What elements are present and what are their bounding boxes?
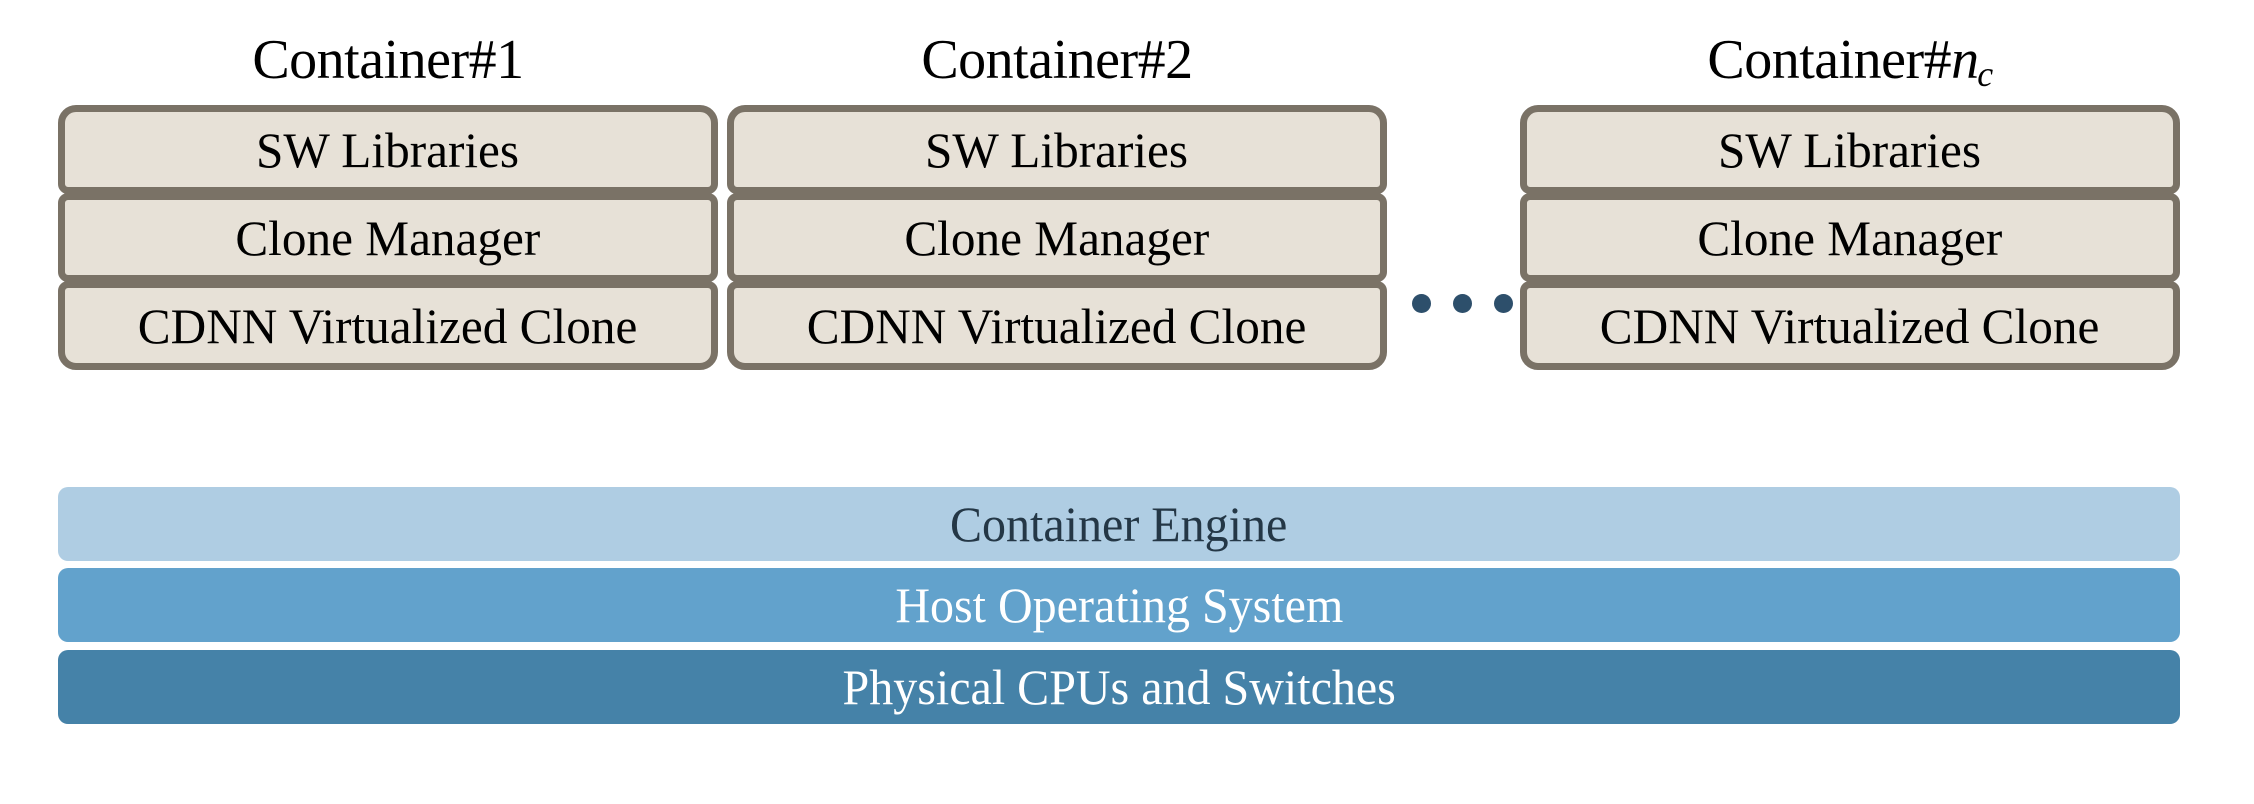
- container-1-row-sw-libraries-label: SW Libraries: [256, 121, 520, 178]
- container-title-3: Container#nc: [1520, 32, 2180, 93]
- layer-physical-cpus-and-switches-label: Physical CPUs and Switches: [842, 659, 1396, 715]
- diagram-canvas: Container#1 SW Libraries Clone Manager C…: [0, 0, 2254, 804]
- container-3-row-sw-libraries[interactable]: SW Libraries: [1520, 105, 2180, 194]
- container-stack-3: SW Libraries Clone Manager CDNN Virtuali…: [1520, 105, 2180, 370]
- container-title-3-symbol-subscript: c: [1977, 53, 1993, 94]
- container-1-row-cdnn-virtualized-clone-label: CDNN Virtualized Clone: [138, 297, 638, 354]
- container-1-row-clone-manager[interactable]: Clone Manager: [58, 193, 718, 282]
- ellipsis-between-containers: [1412, 294, 1513, 313]
- container-2-row-cdnn-virtualized-clone-label: CDNN Virtualized Clone: [807, 297, 1307, 354]
- container-stack-2: SW Libraries Clone Manager CDNN Virtuali…: [727, 105, 1387, 370]
- container-2-row-sw-libraries[interactable]: SW Libraries: [727, 105, 1387, 194]
- layer-physical-cpus-and-switches[interactable]: Physical CPUs and Switches: [58, 650, 2180, 724]
- container-title-1-text: Container#1: [252, 29, 524, 91]
- container-2-row-cdnn-virtualized-clone[interactable]: CDNN Virtualized Clone: [727, 281, 1387, 370]
- container-1-row-cdnn-virtualized-clone[interactable]: CDNN Virtualized Clone: [58, 281, 718, 370]
- container-2-row-clone-manager[interactable]: Clone Manager: [727, 193, 1387, 282]
- ellipsis-dot-3: [1494, 294, 1513, 313]
- container-1-row-sw-libraries[interactable]: SW Libraries: [58, 105, 718, 194]
- container-1-row-clone-manager-label: Clone Manager: [235, 209, 541, 266]
- container-2-row-clone-manager-label: Clone Manager: [904, 209, 1210, 266]
- container-3-row-sw-libraries-label: SW Libraries: [1718, 121, 1982, 178]
- container-title-3-prefix: Container#: [1707, 29, 1952, 91]
- container-title-3-symbol-base: n: [1951, 29, 1979, 91]
- container-3-row-cdnn-virtualized-clone[interactable]: CDNN Virtualized Clone: [1520, 281, 2180, 370]
- container-title-3-symbol: nc: [1951, 29, 1993, 94]
- container-title-2: Container#2: [727, 32, 1387, 88]
- ellipsis-dot-2: [1453, 294, 1472, 313]
- container-title-1: Container#1: [58, 32, 718, 88]
- ellipsis-dot-1: [1412, 294, 1431, 313]
- layer-container-engine[interactable]: Container Engine: [58, 487, 2180, 561]
- layer-host-operating-system[interactable]: Host Operating System: [58, 568, 2180, 642]
- container-stack-1: SW Libraries Clone Manager CDNN Virtuali…: [58, 105, 718, 370]
- container-3-row-clone-manager[interactable]: Clone Manager: [1520, 193, 2180, 282]
- layer-host-operating-system-label: Host Operating System: [895, 577, 1343, 633]
- container-3-row-clone-manager-label: Clone Manager: [1697, 209, 2003, 266]
- layer-container-engine-label: Container Engine: [950, 496, 1288, 552]
- container-2-row-sw-libraries-label: SW Libraries: [925, 121, 1189, 178]
- container-3-row-cdnn-virtualized-clone-label: CDNN Virtualized Clone: [1600, 297, 2100, 354]
- container-title-2-text: Container#2: [921, 29, 1193, 91]
